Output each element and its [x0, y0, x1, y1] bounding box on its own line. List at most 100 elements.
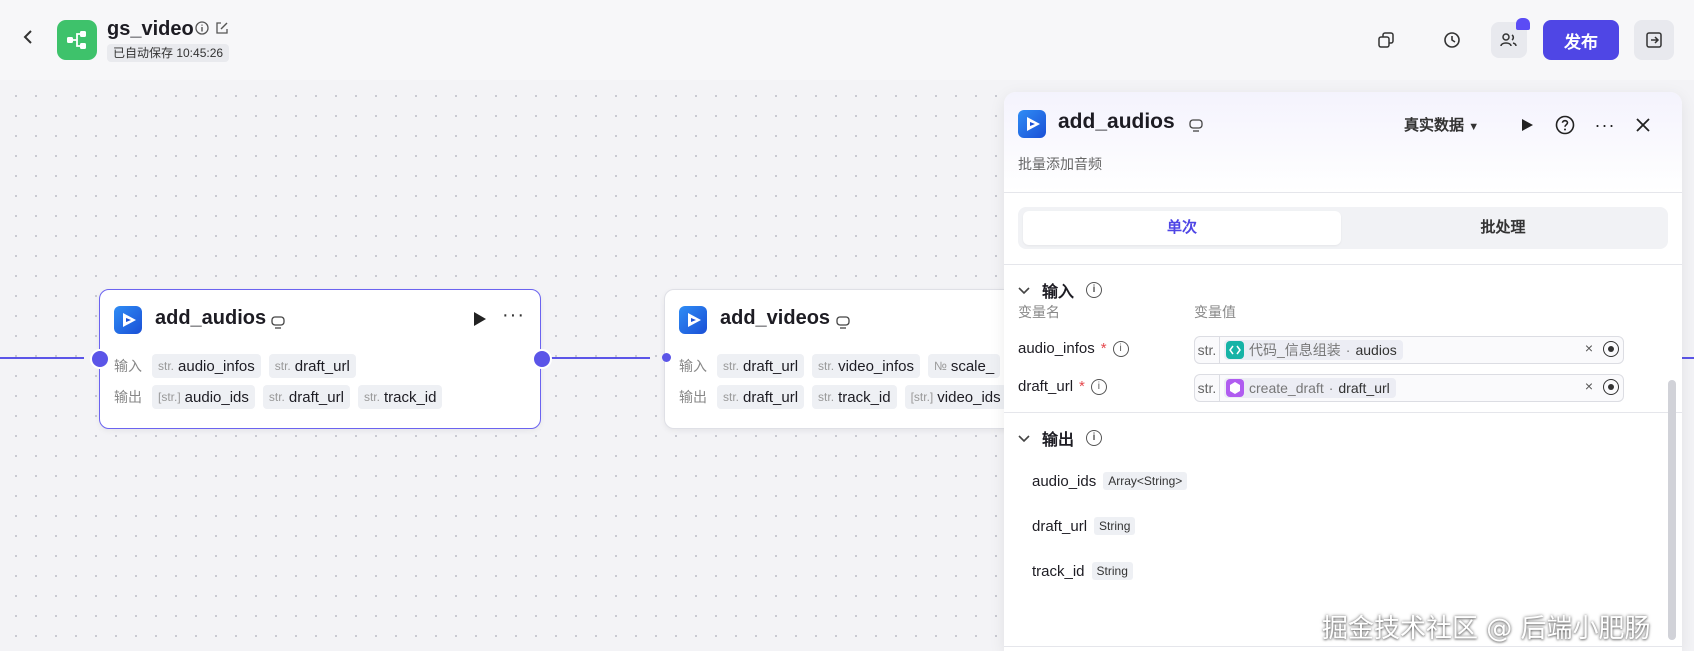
- section-title: 输入: [1042, 284, 1075, 301]
- node-outputs: 输出 [str.] audio_ids str. draft_url str. tra…: [114, 385, 443, 409]
- param-name: draft_url: [288, 388, 344, 406]
- target-icon[interactable]: [1603, 341, 1619, 357]
- notification-badge-icon: [1516, 18, 1530, 30]
- col-header-value: 变量值: [1194, 304, 1236, 320]
- node-outputs: 输出 str. draft_url str. track_id [str.] vide…: [679, 385, 1007, 409]
- node-config-panel: add_audios 批量添加音频 真实数据 ▼ ··· 单次 批处理 输入 i…: [1004, 92, 1682, 651]
- required-mark-icon: *: [1079, 378, 1085, 395]
- ref-var-name: draft_url: [1338, 380, 1390, 396]
- edit-icon[interactable]: [215, 21, 231, 37]
- video-plugin-icon: [679, 306, 707, 334]
- node-add-audios[interactable]: add_audios ··· 输入 str. audio_infos str. dr…: [99, 289, 541, 429]
- publish-button[interactable]: 发布: [1543, 20, 1619, 60]
- node-title: add_videos: [720, 307, 831, 329]
- target-icon[interactable]: [1603, 379, 1619, 395]
- node-input-port[interactable]: [662, 353, 671, 362]
- divider: [1004, 192, 1682, 193]
- back-icon[interactable]: [22, 28, 42, 48]
- type-badge: String: [1091, 562, 1133, 580]
- param-name: track_id: [383, 388, 437, 406]
- variable-ref-chip[interactable]: create_draft · draft_url: [1224, 378, 1396, 398]
- info-icon[interactable]: i: [1086, 430, 1103, 446]
- panel-description: 批量添加音频: [1018, 156, 1102, 172]
- input-pill: str. video_infos: [812, 354, 920, 378]
- info-icon[interactable]: [195, 21, 211, 37]
- type-tag: [str.]: [910, 390, 934, 404]
- tab-single[interactable]: 单次: [1023, 211, 1341, 245]
- copy-icon[interactable]: [1368, 22, 1404, 58]
- chevron-down-icon: [1018, 430, 1030, 446]
- output-name: audio_ids: [1032, 472, 1097, 490]
- param-row-label: audio_infos * i: [1018, 340, 1129, 357]
- param-name: audio_infos: [1018, 340, 1095, 357]
- help-icon[interactable]: [1554, 114, 1576, 136]
- more-icon[interactable]: ···: [1594, 114, 1616, 136]
- ref-node-name: create_draft: [1249, 380, 1324, 396]
- panel-scrollbar[interactable]: [1668, 380, 1676, 640]
- param-name: draft_url: [743, 357, 799, 375]
- param-name: track_id: [838, 388, 891, 406]
- info-icon[interactable]: i: [1090, 378, 1107, 395]
- variable-ref-chip[interactable]: 代码_信息组装 · audios: [1224, 340, 1403, 360]
- edge-audios-videos: [546, 357, 650, 359]
- node-inputs: 输入 str. draft_url str. video_infos № scale_: [679, 354, 1001, 378]
- output-name: track_id: [1032, 562, 1085, 580]
- output-row: draft_url String: [1032, 517, 1136, 535]
- data-source-value: 真实数据: [1404, 117, 1465, 134]
- chevron-down-icon: [1018, 282, 1030, 298]
- run-icon[interactable]: [1516, 114, 1538, 136]
- input-pill: str. draft_url: [268, 354, 356, 378]
- type-tag: str.: [818, 390, 835, 404]
- ref-separator: ·: [1345, 342, 1351, 358]
- input-pill: str. draft_url: [717, 354, 805, 378]
- output-pill: str. track_id: [812, 385, 897, 409]
- collaborators-icon[interactable]: [1491, 18, 1530, 58]
- history-icon[interactable]: [1434, 22, 1470, 58]
- output-pill: [str.] video_ids: [904, 385, 1007, 409]
- output-section-header[interactable]: 输出 i: [1018, 426, 1103, 450]
- param-name: audio_ids: [184, 388, 249, 406]
- type-tag: str.: [1195, 337, 1220, 363]
- divider: [1004, 646, 1682, 647]
- run-node-icon[interactable]: [472, 310, 488, 333]
- input-pill: № scale_: [927, 354, 1001, 378]
- app-logo: [57, 20, 97, 60]
- exit-icon[interactable]: [1634, 20, 1674, 60]
- divider: [1004, 412, 1682, 413]
- close-icon[interactable]: [1632, 114, 1654, 136]
- ref-node-name: 代码_信息组装: [1249, 342, 1341, 358]
- outputs-label: 输出: [679, 389, 707, 405]
- info-icon[interactable]: i: [1112, 340, 1129, 357]
- section-title: 输出: [1042, 432, 1075, 449]
- tab-batch[interactable]: 批处理: [1344, 211, 1662, 245]
- input-section-header[interactable]: 输入 i: [1018, 278, 1103, 302]
- info-icon[interactable]: i: [1086, 282, 1103, 298]
- plugin-badge-icon: [271, 316, 285, 329]
- clear-icon[interactable]: ×: [1585, 340, 1593, 356]
- plugin-badge-icon: [1189, 119, 1203, 137]
- type-tag: №: [933, 359, 947, 373]
- output-pill: str. draft_url: [262, 385, 350, 409]
- code-node-icon: [1226, 341, 1244, 359]
- more-icon[interactable]: ···: [502, 304, 525, 327]
- plugin-badge-icon: [836, 316, 850, 329]
- data-source-select[interactable]: 真实数据 ▼: [1404, 114, 1479, 135]
- param-value-input[interactable]: str. 代码_信息组装 · audios ×: [1194, 336, 1624, 364]
- node-output-port[interactable]: [532, 349, 552, 369]
- type-badge: Array<String>: [1103, 472, 1188, 490]
- cube-icon: [1226, 379, 1244, 397]
- clear-icon[interactable]: ×: [1585, 378, 1593, 394]
- node-input-port[interactable]: [90, 349, 110, 369]
- param-value-input[interactable]: str. create_draft · draft_url ×: [1194, 374, 1624, 402]
- node-add-videos[interactable]: add_videos 输入 str. draft_url str. video_in…: [664, 289, 1046, 429]
- output-name: draft_url: [1032, 517, 1088, 535]
- type-tag: str.: [818, 359, 835, 373]
- output-pill: str. draft_url: [717, 385, 805, 409]
- node-title: add_audios: [155, 307, 267, 329]
- type-tag: str.: [723, 390, 740, 404]
- param-name: draft_url: [294, 357, 350, 375]
- caret-down-icon: ▼: [1468, 121, 1480, 133]
- output-row: track_id String: [1032, 562, 1133, 580]
- edge-incoming: [0, 357, 84, 359]
- param-name: video_infos: [838, 357, 914, 375]
